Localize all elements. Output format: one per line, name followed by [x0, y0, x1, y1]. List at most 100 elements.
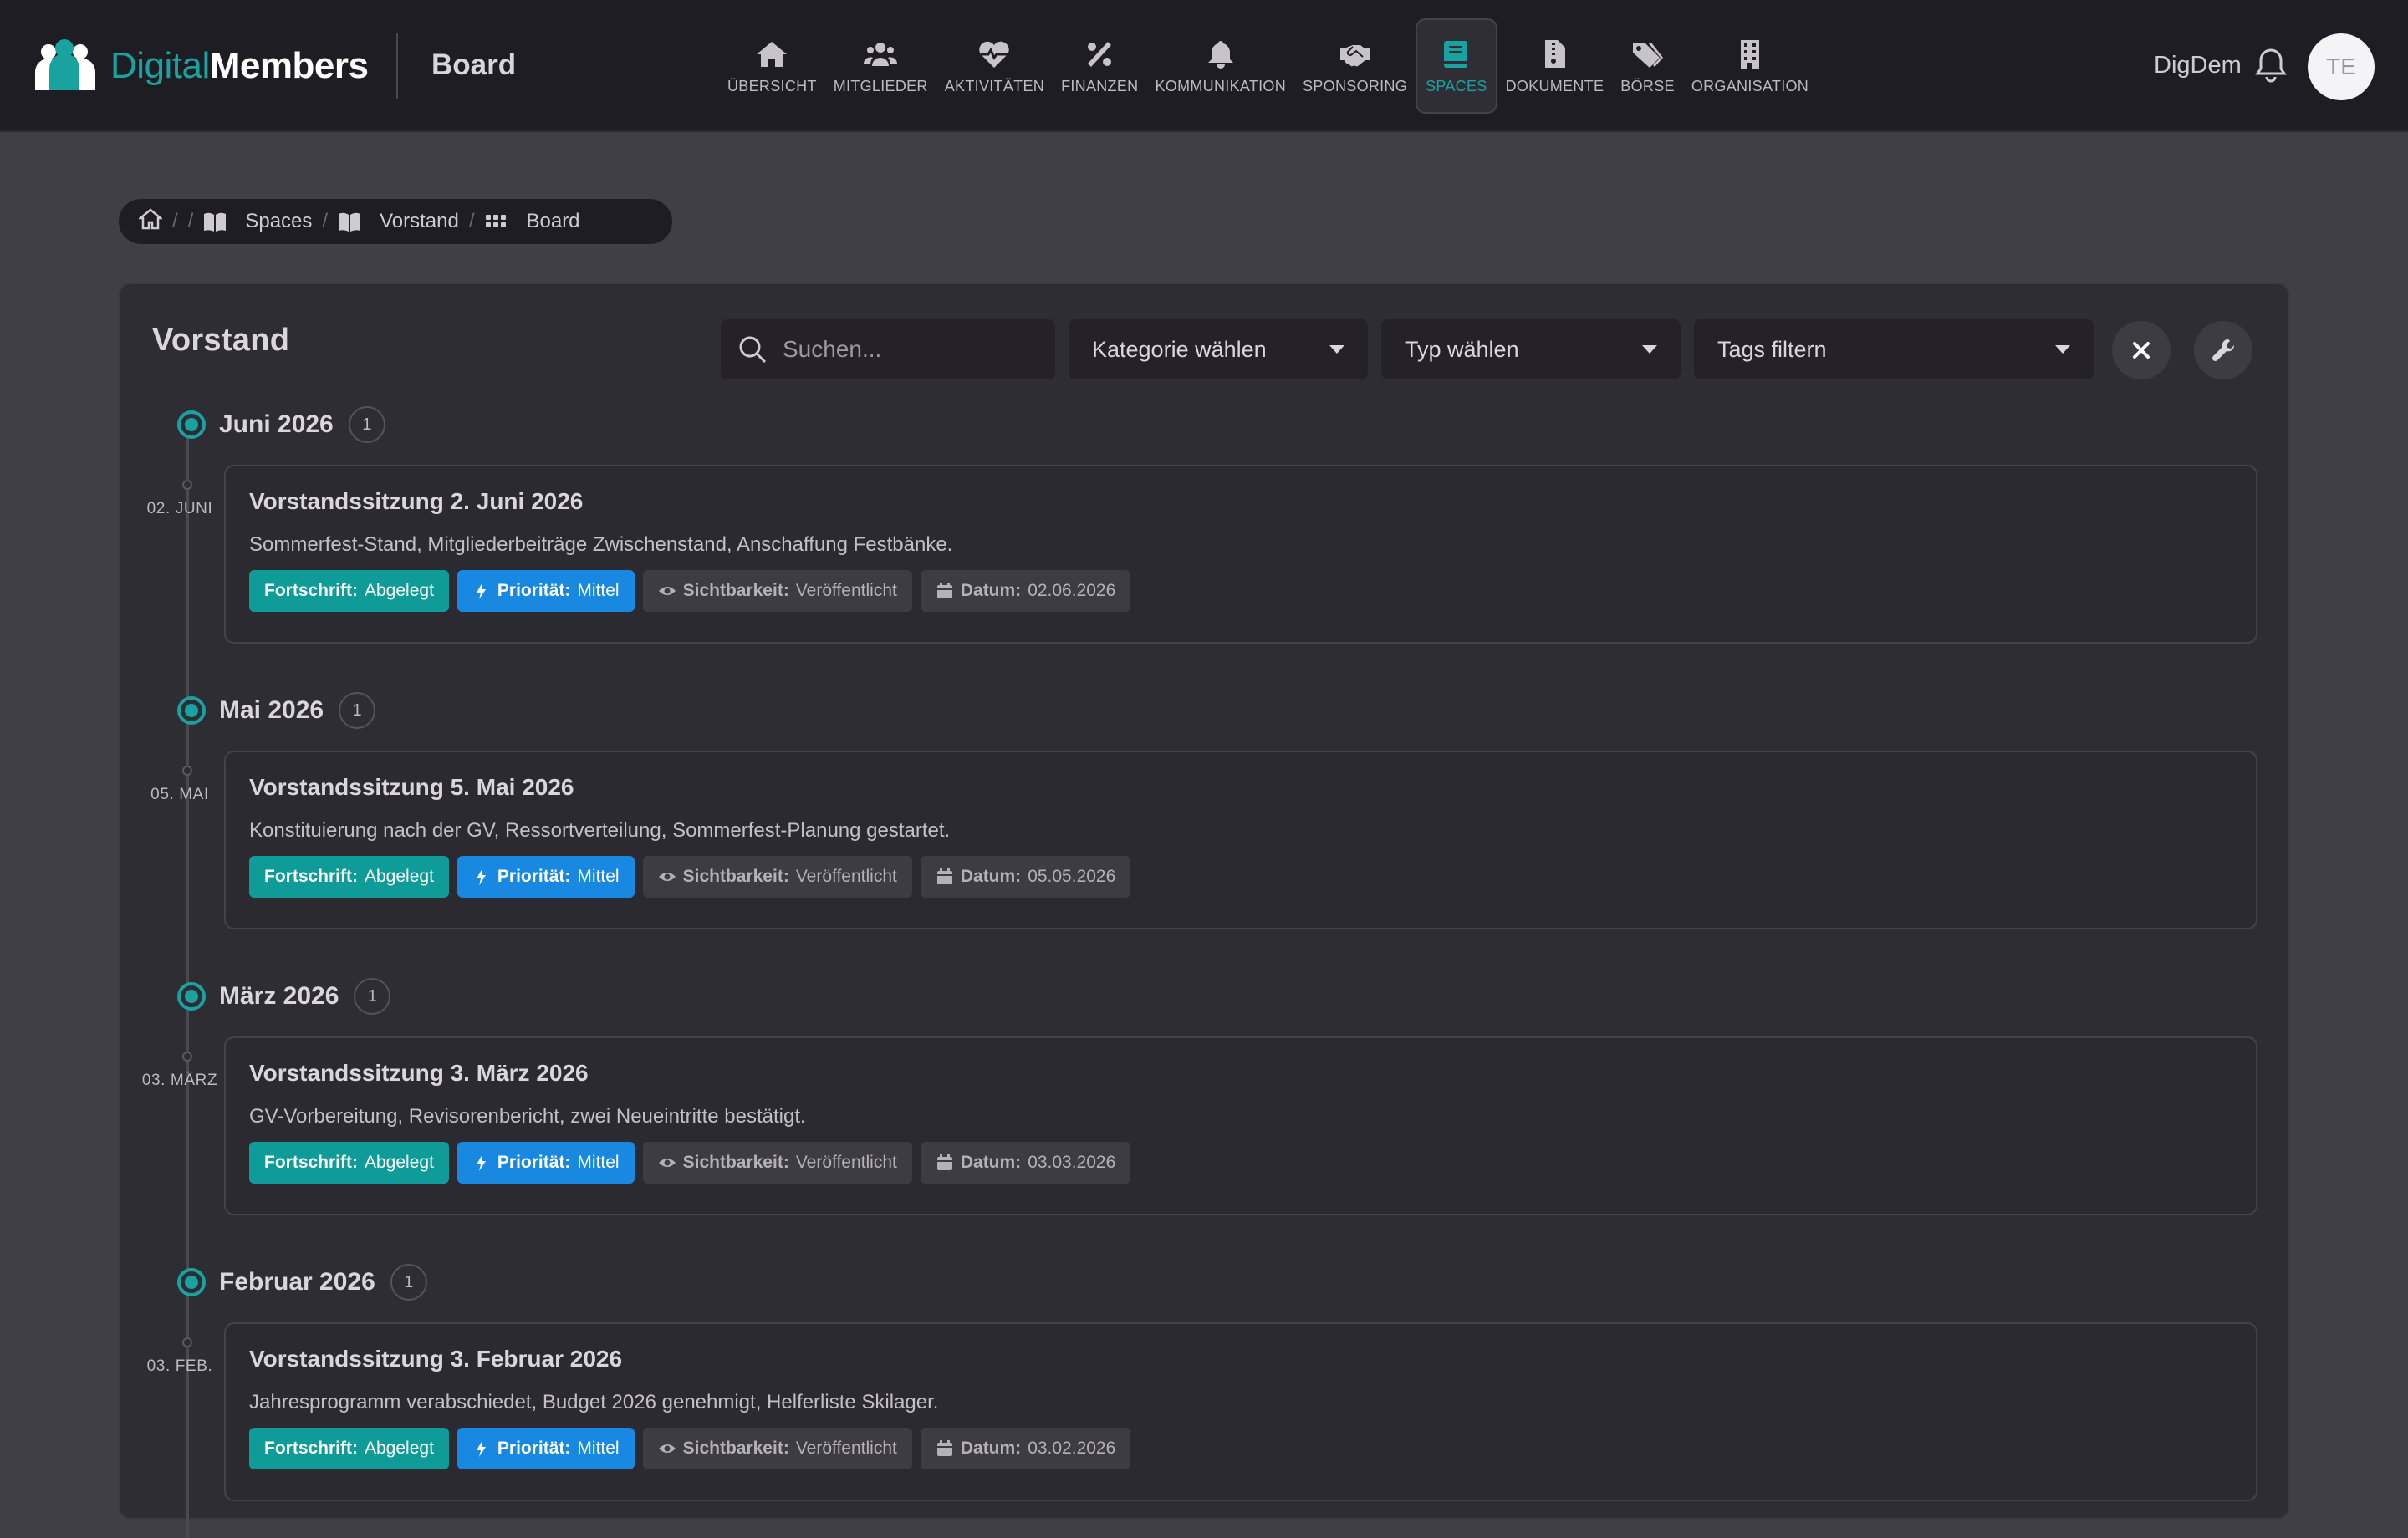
nav-label: SPONSORING: [1303, 77, 1408, 94]
entry-title[interactable]: Vorstandssitzung 5. Mai 2026: [249, 774, 574, 801]
heartbeat-icon: [976, 38, 1013, 71]
breadcrumb-separator: /: [468, 210, 475, 232]
breadcrumb-label: Board: [526, 210, 580, 232]
users-icon: [862, 38, 899, 71]
nav-label: BÖRSE: [1620, 77, 1675, 94]
search-field[interactable]: [721, 319, 1055, 379]
badge-value: 05.05.2026: [1028, 867, 1116, 886]
badge-label: Sichtbarkeit:: [682, 867, 789, 886]
bell-icon: [1202, 38, 1239, 71]
nav-label: DOKUMENTE: [1505, 77, 1604, 94]
entry-badges: Fortschrift: Abgelegt Priorität: Mittel Si…: [249, 1428, 1131, 1469]
month-count-badge: 1: [390, 1264, 427, 1301]
tags-icon: [1630, 38, 1666, 71]
entry-title[interactable]: Vorstandssitzung 3. Februar 2026: [249, 1346, 622, 1372]
logo-text: DigitalMembers: [110, 45, 369, 86]
badge-value: Veröffentlicht: [795, 867, 897, 886]
user-name[interactable]: DigDem: [2154, 52, 2242, 79]
badge-label: Priorität:: [497, 867, 571, 886]
nav-item-dokumente[interactable]: DOKUMENTE: [1497, 18, 1613, 114]
month-label: März 2026: [219, 982, 339, 1010]
visibility-badge: Sichtbarkeit: Veröffentlicht: [642, 570, 912, 612]
nav-label: KOMMUNIKATION: [1155, 77, 1287, 94]
nav-item-spaces[interactable]: SPACES: [1416, 18, 1497, 114]
category-select[interactable]: Kategorie wählen: [1069, 319, 1368, 379]
nav-item-finanzen[interactable]: FINANZEN: [1053, 18, 1146, 114]
badge-label: Priorität:: [497, 1439, 571, 1458]
badge-label: Datum:: [960, 1153, 1022, 1172]
entry-description: GV-Vorbereitung, Revisorenbericht, zwei …: [249, 1105, 806, 1128]
nav-item-uebersicht[interactable]: ÜBERSICHT: [719, 18, 825, 114]
bolt-icon: [476, 1154, 486, 1171]
close-icon: [2133, 342, 2150, 359]
tags-select[interactable]: Tags filtern: [1694, 319, 2094, 379]
nav-item-mitglieder[interactable]: MITGLIEDER: [825, 18, 936, 114]
visibility-badge: Sichtbarkeit: Veröffentlicht: [642, 1142, 912, 1184]
badge-value: 03.02.2026: [1028, 1439, 1116, 1458]
notifications-bell-icon[interactable]: [2254, 47, 2291, 84]
priority-badge: Priorität: Mittel: [457, 1428, 635, 1469]
nav-item-sponsoring[interactable]: SPONSORING: [1294, 18, 1416, 114]
board-entry-card[interactable]: Vorstandssitzung 3. Februar 2026 Jahresp…: [224, 1322, 2258, 1501]
progress-badge: Fortschrift: Abgelegt: [249, 1142, 449, 1184]
month-label: Februar 2026: [219, 1268, 375, 1296]
month-header: März 2026 1: [177, 978, 391, 1015]
clear-filters-button[interactable]: [2112, 321, 2171, 379]
settings-button[interactable]: [2194, 321, 2252, 379]
entry-description: Konstituierung nach der GV, Ressortverte…: [249, 819, 951, 842]
day-label: 03. MÄRZ: [141, 1072, 218, 1089]
search-icon: [739, 336, 767, 364]
breadcrumb-item-board[interactable]: Board: [484, 210, 580, 233]
badge-value: Mittel: [577, 581, 620, 600]
badge-label: Fortschrift:: [264, 867, 358, 886]
nav-item-organisation[interactable]: ORGANISATION: [1683, 18, 1817, 114]
board-entry-card[interactable]: Vorstandssitzung 5. Mai 2026 Konstituier…: [224, 751, 2258, 929]
nav-item-kommunikation[interactable]: KOMMUNIKATION: [1146, 18, 1294, 114]
board-entry-card[interactable]: Vorstandssitzung 3. März 2026 GV-Vorbere…: [224, 1036, 2258, 1215]
panel-title: Vorstand: [152, 323, 290, 358]
type-select[interactable]: Typ wählen: [1381, 319, 1681, 379]
chevron-down-icon: [1642, 345, 1657, 354]
nav-item-aktivitaeten[interactable]: AKTIVITÄTEN: [936, 18, 1053, 114]
visibility-badge: Sichtbarkeit: Veröffentlicht: [642, 856, 912, 898]
logo-text-members: Members: [209, 45, 369, 86]
entry-title[interactable]: Vorstandssitzung 2. Juni 2026: [249, 488, 583, 515]
nav-label: ÜBERSICHT: [727, 77, 817, 94]
timeline-marker: [177, 696, 206, 725]
badge-label: Datum:: [960, 581, 1022, 600]
search-input[interactable]: [783, 336, 1050, 363]
day-label: 03. FEB.: [146, 1357, 213, 1375]
priority-badge: Priorität: Mittel: [457, 856, 635, 898]
bolt-icon: [476, 1440, 486, 1457]
chevron-down-icon: [2055, 345, 2070, 354]
category-select-value: Kategorie wählen: [1092, 336, 1267, 362]
breadcrumb-home[interactable]: [137, 207, 164, 236]
badge-label: Priorität:: [497, 1153, 571, 1172]
timeline-marker: [177, 982, 206, 1011]
breadcrumb-item-vorstand[interactable]: Vorstand: [338, 210, 459, 233]
board-panel: Vorstand Kategorie wählen Typ wählen Tag…: [119, 283, 2289, 1538]
calendar-icon: [936, 583, 952, 598]
breadcrumb-item-spaces[interactable]: Spaces: [203, 210, 312, 233]
breadcrumb-separator: /: [187, 210, 194, 232]
entry-description: Sommerfest-Stand, Mitgliederbeiträge Zwi…: [249, 533, 953, 556]
badge-value: Veröffentlicht: [795, 1439, 897, 1458]
nav-label: SPACES: [1426, 77, 1487, 94]
avatar[interactable]: TE: [2308, 33, 2375, 100]
month-count-badge: 1: [354, 978, 391, 1015]
day-marker: [182, 766, 192, 776]
board-entry-card[interactable]: Vorstandssitzung 2. Juni 2026 Sommerfest…: [224, 465, 2258, 644]
file-zip-icon: [1536, 38, 1573, 71]
home-icon: [753, 38, 790, 71]
app-logo[interactable]: DigitalMembers: [32, 30, 369, 102]
nav-item-boerse[interactable]: BÖRSE: [1612, 18, 1683, 114]
header-divider: [396, 33, 398, 99]
date-badge: Datum: 05.05.2026: [920, 856, 1131, 898]
progress-badge: Fortschrift: Abgelegt: [249, 1428, 449, 1469]
entry-title[interactable]: Vorstandssitzung 3. März 2026: [249, 1060, 589, 1087]
breadcrumb: / / Spaces / Vorstand / Board: [119, 199, 672, 244]
month-count-badge: 1: [339, 692, 376, 729]
badge-label: Fortschrift:: [264, 1439, 358, 1458]
badge-label: Priorität:: [497, 581, 571, 600]
date-badge: Datum: 03.03.2026: [920, 1142, 1131, 1184]
